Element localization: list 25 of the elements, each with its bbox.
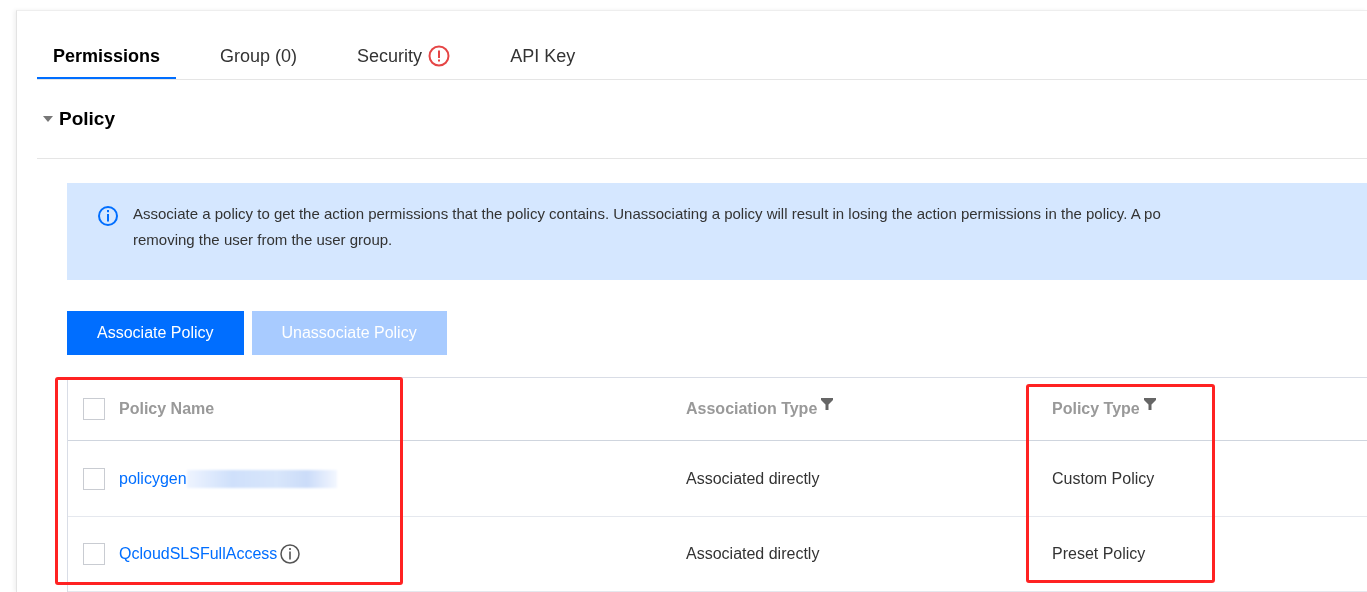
info-icon[interactable] <box>279 543 302 565</box>
tab[interactable]: Security <box>341 45 467 79</box>
checkbox[interactable] <box>83 467 105 490</box>
policy-link[interactable]: QcloudSLSFullAccess <box>119 545 278 563</box>
tab[interactable]: API Key <box>494 45 592 79</box>
table-cell: Associated directly <box>686 469 820 488</box>
filter-icon[interactable] <box>821 398 834 410</box>
info-icon <box>97 205 119 227</box>
tab[interactable]: Permissions <box>37 45 177 79</box>
table-cell: Associated directly <box>686 545 820 563</box>
checkbox[interactable] <box>83 543 105 565</box>
filter-icon[interactable] <box>1143 398 1156 410</box>
notice-text: removing the user from the user group. <box>133 231 394 249</box>
table-cell: Custom Policy <box>1052 469 1155 488</box>
column-header: Policy Type <box>1052 400 1140 418</box>
column-header: Association Type <box>686 400 818 418</box>
policy-link[interactable]: policygen <box>119 469 187 488</box>
associate-button[interactable]: Associate Policy <box>67 311 244 355</box>
table-cell: Preset Policy <box>1052 545 1146 563</box>
caret-icon[interactable] <box>43 115 53 123</box>
notice-text: Associate a policy to get the action permissions that the policy contains. Unassociating a policy will result in losing the action permissions in the policy. A po <box>133 205 1161 223</box>
checkbox[interactable] <box>83 398 105 420</box>
section-title: Policy <box>59 108 115 130</box>
column-header: Policy Name <box>119 400 215 418</box>
tab[interactable]: Group (0) <box>204 45 314 79</box>
